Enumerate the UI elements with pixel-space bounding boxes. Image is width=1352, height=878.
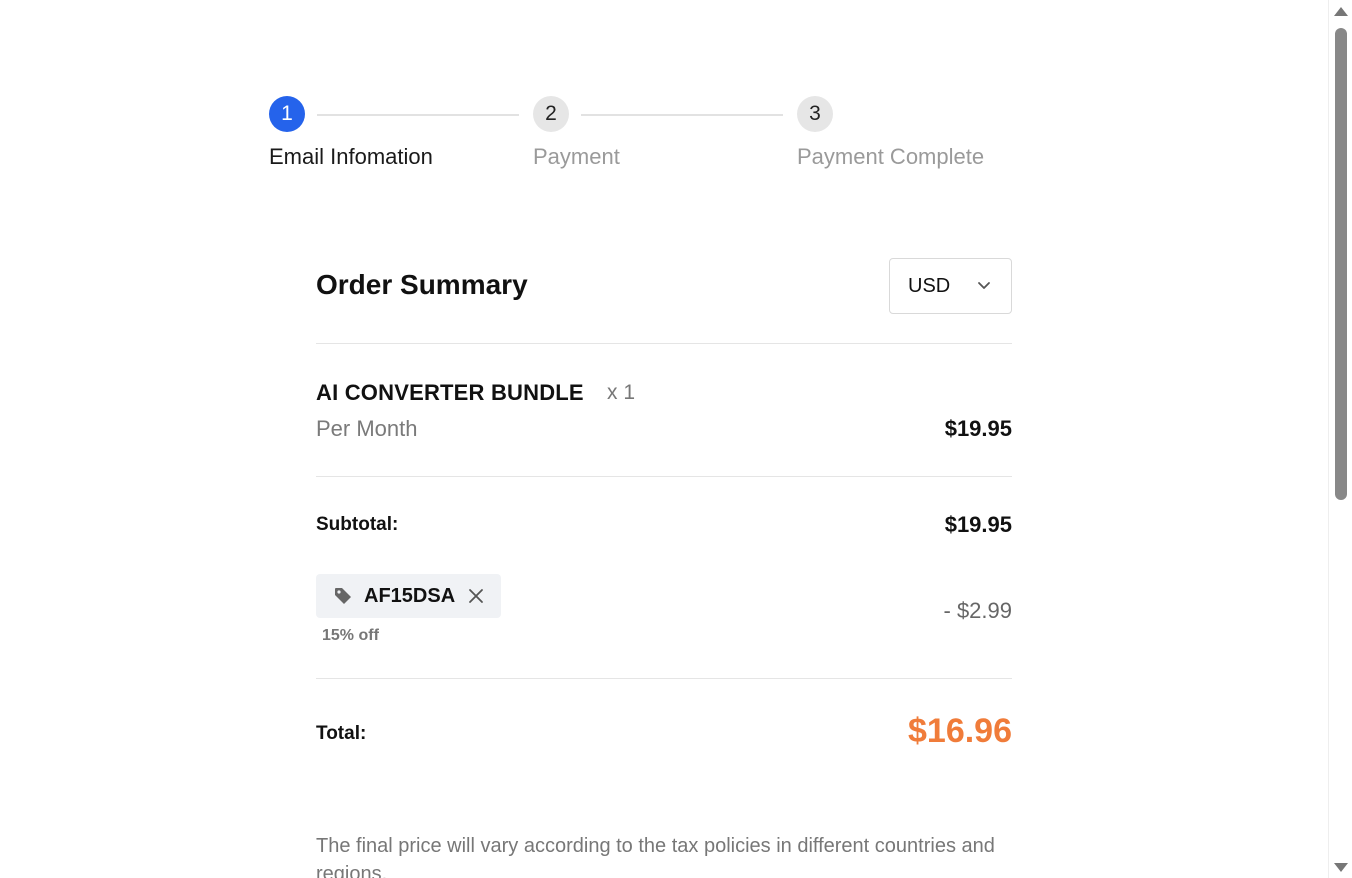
subtotal-block: Subtotal: $19.95 AF15DSA 15% off - $2.99	[316, 477, 1012, 679]
total-label: Total:	[316, 723, 367, 744]
step-email-information[interactable]: 1 Email Infomation	[269, 96, 433, 169]
step-payment[interactable]: 2 Payment	[533, 96, 620, 169]
product-price: $19.95	[944, 416, 1012, 441]
product-row: AI CONVERTER BUNDLE x 1 Per Month $19.95	[316, 344, 1012, 477]
step-label: Email Infomation	[269, 144, 433, 169]
checkout-page: 1 Email Infomation 2 Payment 3 Payment C…	[0, 0, 1352, 878]
subtotal-value: $19.95	[944, 512, 1012, 537]
scroll-up-arrow-icon[interactable]	[1334, 7, 1348, 16]
vertical-scrollbar[interactable]	[1328, 0, 1352, 878]
currency-select[interactable]: USD	[889, 258, 1012, 314]
tax-note: The final price will vary according to t…	[316, 835, 995, 878]
checkout-stepper: 1 Email Infomation 2 Payment 3 Payment C…	[269, 96, 1009, 176]
step-label: Payment Complete	[797, 144, 985, 169]
product-name: AI CONVERTER BUNDLE	[316, 380, 584, 405]
scroll-down-arrow-icon[interactable]	[1334, 863, 1348, 872]
step-connector-2	[581, 114, 783, 116]
scrollbar-thumb[interactable]	[1335, 28, 1347, 500]
step-number: 3	[797, 96, 833, 132]
chevron-down-icon	[978, 282, 990, 289]
order-summary: Order Summary USD AI CONVERTER BUNDLE x …	[316, 258, 1012, 799]
coupon-chip: AF15DSA	[316, 574, 501, 618]
discount-value: - $2.99	[943, 598, 1013, 623]
total-value: $16.96	[908, 712, 1012, 750]
step-number: 2	[533, 96, 569, 132]
step-payment-complete[interactable]: 3 Payment Complete	[797, 96, 984, 169]
step-label: Payment	[533, 144, 620, 169]
product-quantity: x 1	[607, 381, 636, 404]
summary-header: Order Summary USD	[316, 258, 1012, 344]
coupon-description: 15% off	[322, 627, 379, 644]
summary-title: Order Summary	[316, 269, 528, 300]
step-number: 1	[269, 96, 305, 132]
total-row: Total: $16.96	[316, 679, 1012, 799]
currency-value: USD	[908, 274, 951, 297]
close-icon[interactable]	[467, 587, 485, 605]
product-period: Per Month	[316, 416, 418, 441]
step-connector-1	[317, 114, 519, 116]
coupon-code: AF15DSA	[364, 584, 456, 607]
tag-icon	[335, 588, 351, 604]
subtotal-label: Subtotal:	[316, 514, 399, 535]
